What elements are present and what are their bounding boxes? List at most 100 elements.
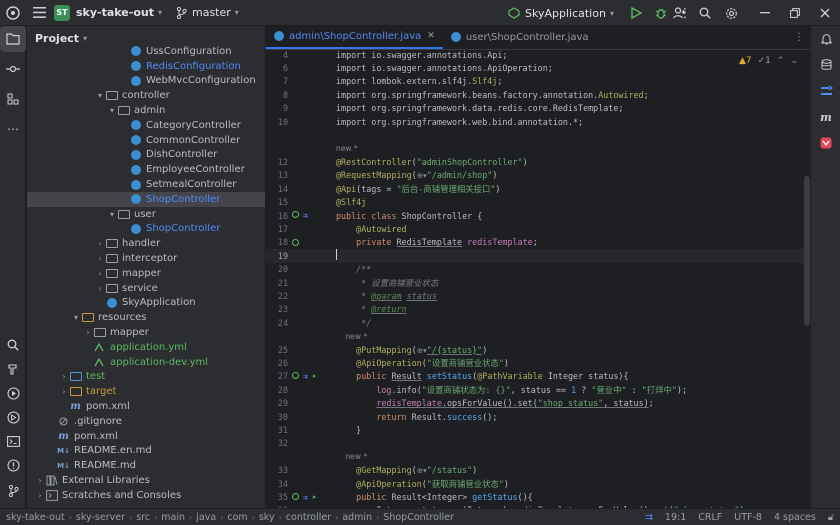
- tree-item[interactable]: .gitignore: [27, 414, 265, 429]
- expand-arrow-icon[interactable]: ›: [95, 269, 105, 278]
- tree-item[interactable]: ▾ controller: [27, 88, 265, 103]
- close-tab-icon[interactable]: ✕: [427, 31, 435, 41]
- lock-icon[interactable]: 🔓︎: [828, 512, 834, 523]
- inspection-widget[interactable]: ▲7 ✓1 ⌃ ⌄: [739, 56, 798, 66]
- plugin-icon[interactable]: [811, 130, 840, 156]
- file-encoding[interactable]: UTF-8: [734, 512, 762, 523]
- more-tools-icon[interactable]: ⋯: [0, 116, 26, 142]
- git-tool-icon[interactable]: [0, 478, 26, 504]
- structure-tool-icon[interactable]: [0, 86, 26, 112]
- settings-gear-icon[interactable]: [720, 2, 742, 24]
- maven-icon[interactable]: m: [811, 104, 840, 130]
- expand-arrow-icon[interactable]: ▾: [107, 106, 117, 115]
- tree-item[interactable]: ShopController: [27, 191, 265, 207]
- tab-user-shopcontroller[interactable]: user\ShopController.java: [443, 25, 597, 49]
- navigate-icon[interactable]: ⇉: [303, 372, 308, 381]
- endpoints-icon[interactable]: [811, 78, 840, 104]
- tree-item[interactable]: › target: [27, 384, 265, 399]
- expand-arrow-icon[interactable]: ›: [95, 254, 105, 263]
- expand-arrow-icon[interactable]: ›: [95, 239, 105, 248]
- tree-item[interactable]: › External Libraries: [27, 473, 265, 488]
- http-request-icon[interactable]: ➤: [312, 372, 317, 381]
- tree-item[interactable]: ▾ admin: [27, 103, 265, 118]
- autowired-bean-icon[interactable]: [292, 238, 299, 246]
- breadcrumb-item[interactable]: sky: [259, 512, 275, 523]
- vcs-branch-widget[interactable]: master ▾: [176, 6, 239, 19]
- breadcrumb-item[interactable]: src: [136, 512, 150, 523]
- add-user-icon[interactable]: [668, 2, 690, 24]
- chevron-up-icon[interactable]: ⌃: [777, 56, 785, 66]
- breadcrumb-item[interactable]: java: [196, 512, 216, 523]
- build-hammer-icon[interactable]: [0, 356, 26, 382]
- endpoint-status-icon[interactable]: ⇉: [645, 512, 653, 523]
- endpoint-icon[interactable]: [292, 492, 299, 500]
- breadcrumb-item[interactable]: com: [227, 512, 247, 523]
- tree-item[interactable]: › service: [27, 281, 265, 296]
- line-separator[interactable]: CRLF: [698, 512, 722, 523]
- tree-item[interactable]: CategoryController: [27, 118, 265, 133]
- tree-item[interactable]: application-dev.yml: [27, 355, 265, 370]
- expand-arrow-icon[interactable]: ›: [59, 387, 69, 396]
- main-menu-icon[interactable]: [28, 2, 50, 24]
- tree-item[interactable]: application.yml: [27, 340, 265, 355]
- breadcrumb-item[interactable]: admin: [342, 512, 372, 523]
- indent-setting[interactable]: 4 spaces: [774, 512, 816, 523]
- tree-item[interactable]: ShopController: [27, 222, 265, 237]
- search-tool-icon[interactable]: [0, 332, 26, 358]
- navigate-icon[interactable]: ⇉: [303, 211, 308, 220]
- expand-arrow-icon[interactable]: ▾: [95, 91, 105, 100]
- breadcrumb-item[interactable]: sky-take-out: [6, 512, 65, 523]
- tab-actions-icon[interactable]: ⋮: [794, 32, 804, 43]
- tab-admin-shopcontroller[interactable]: admin\ShopController.java ✕: [266, 25, 443, 49]
- notifications-bell-icon[interactable]: [811, 26, 840, 52]
- tree-item[interactable]: ▾ resources: [27, 310, 265, 325]
- navigate-icon[interactable]: ⇉: [303, 493, 308, 502]
- run-configuration-selector[interactable]: SkyApplication ▾: [508, 7, 614, 20]
- expand-arrow-icon[interactable]: ›: [35, 491, 45, 500]
- tree-item[interactable]: ▾ user: [27, 207, 265, 222]
- tree-item[interactable]: EmployeeController: [27, 162, 265, 177]
- endpoint-icon[interactable]: [292, 371, 299, 379]
- chevron-down-icon[interactable]: ⌄: [790, 56, 798, 66]
- terminal-tool-icon[interactable]: [0, 428, 26, 454]
- run-icon[interactable]: [626, 2, 648, 24]
- services-tool-icon[interactable]: [0, 404, 26, 430]
- breadcrumb-item[interactable]: sky-server: [76, 512, 125, 523]
- tree-item[interactable]: CommonController: [27, 133, 265, 148]
- expand-arrow-icon[interactable]: ›: [83, 328, 93, 337]
- caret-position[interactable]: 19:1: [665, 512, 686, 523]
- close-icon[interactable]: [814, 2, 836, 24]
- tree-item[interactable]: WebMvcConfiguration: [27, 74, 265, 89]
- tree-item[interactable]: › Scratches and Consoles: [27, 488, 265, 503]
- expand-arrow-icon[interactable]: ▾: [107, 210, 117, 219]
- tree-item[interactable]: UssConfiguration: [27, 44, 265, 59]
- expand-arrow-icon[interactable]: ›: [35, 476, 45, 485]
- restore-icon[interactable]: [784, 2, 806, 24]
- problems-tool-icon[interactable]: [0, 452, 26, 478]
- expand-arrow-icon[interactable]: ▾: [71, 313, 81, 322]
- tree-item[interactable]: › mapper: [27, 266, 265, 281]
- expand-arrow-icon[interactable]: ›: [59, 372, 69, 381]
- search-icon[interactable]: [694, 2, 716, 24]
- project-tool-icon[interactable]: [0, 26, 26, 52]
- commit-tool-icon[interactable]: [0, 56, 26, 82]
- database-icon[interactable]: [811, 52, 840, 78]
- expand-arrow-icon[interactable]: ›: [95, 284, 105, 293]
- minimize-icon[interactable]: [754, 2, 776, 24]
- code-editor[interactable]: 4 import io.swagger.annotations.Api; 6 imp…: [266, 50, 810, 508]
- tree-item[interactable]: › test: [27, 370, 265, 385]
- tree-item[interactable]: › interceptor: [27, 251, 265, 266]
- tree-item[interactable]: › handler: [27, 236, 265, 251]
- tree-item[interactable]: DishController: [27, 148, 265, 163]
- breadcrumb-item[interactable]: main: [161, 512, 185, 523]
- breadcrumb-item[interactable]: controller: [286, 512, 331, 523]
- tree-item[interactable]: SetmealController: [27, 177, 265, 192]
- tree-item[interactable]: m pom.xml: [27, 399, 265, 414]
- tree-item[interactable]: SkyApplication: [27, 296, 265, 311]
- tree-item[interactable]: RedisConfiguration: [27, 59, 265, 74]
- tree-item[interactable]: M↓ README.md: [27, 458, 265, 473]
- breadcrumb-item[interactable]: ShopController: [383, 512, 454, 523]
- run-tool-icon[interactable]: [0, 380, 26, 406]
- http-request-icon[interactable]: ➤: [312, 493, 317, 502]
- spring-bean-icon[interactable]: [292, 211, 299, 219]
